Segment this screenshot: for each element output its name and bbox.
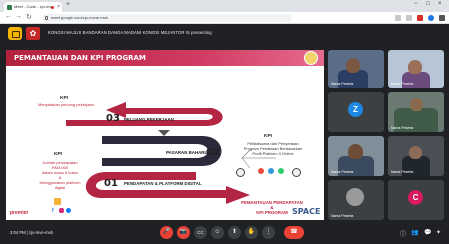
kpi-top-label: KPI [60, 96, 68, 101]
participant-face [410, 98, 423, 111]
presenting-text: KONGSI MAJLIS BANDARAN DANGA MADANI KONG… [48, 30, 212, 35]
captions-button[interactable]: CC [194, 226, 207, 239]
recording-dot-icon [51, 5, 54, 9]
stage-1-label: PENDAPATAN & PLATFORM DIGITAL [124, 181, 202, 186]
participant-name: Nama Peserta [391, 170, 414, 174]
money-icon [54, 198, 61, 205]
facebook-icon: f [52, 208, 54, 214]
participant-tile[interactable]: Nama Peserta [388, 50, 444, 88]
meeting-info-icon[interactable]: ⓘ [400, 229, 406, 238]
participant-face [346, 188, 364, 206]
url-text: meet.google.com/zjo-mvne-mvb [51, 15, 108, 20]
extension-icon[interactable] [395, 15, 401, 21]
kpi-top-text: Menyatakan peluang pekerjaan [38, 102, 94, 107]
mic-muted-icon [436, 183, 441, 188]
browser-menu-icon[interactable] [439, 15, 445, 21]
org-logo-icon: ✿ [26, 27, 40, 40]
kpi-right-label: KPI [264, 134, 272, 139]
close-window-icon[interactable]: × [438, 1, 442, 7]
address-bar[interactable]: meet.google.com/zjo-mvne-mvb [42, 14, 292, 22]
mic-toggle-button[interactable]: 🎤 [160, 226, 173, 239]
meeting-code: zjo-mve-mvb [29, 230, 54, 235]
participant-tile[interactable]: Nama Peserta [388, 136, 444, 176]
browser-tab[interactable]: Meet - Code - zjo-mve × [4, 2, 62, 12]
meet-top-bar: ✿ KONGSI MAJLIS BANDARAN DANGA MADANI KO… [0, 24, 449, 42]
participant-face [408, 60, 422, 74]
camera-toggle-button[interactable]: 📷 [177, 226, 190, 239]
network-node-icon [258, 168, 264, 174]
meet-window: ✿ KONGSI MAJLIS BANDARAN DANGA MADANI KO… [0, 24, 449, 244]
raise-hand-button[interactable]: ✋ [245, 226, 258, 239]
more-options-button[interactable]: ⋮ [262, 226, 275, 239]
stage-3-label: PELUANG PEKERJAAN [124, 117, 174, 122]
meeting-details: 3:04 PM | zjo-mve-mvb [10, 230, 53, 235]
kpi-right-line: Profil Platform 3 Online [252, 151, 294, 156]
participant-face [348, 144, 363, 159]
back-icon[interactable]: ← [5, 13, 12, 20]
kpi-left-line: Jumlah pendapatan RM2,000 [42, 160, 78, 170]
participant-tile[interactable]: C [388, 180, 444, 220]
meet-controls-bar: 3:04 PM | zjo-mve-mvb 🎤 📷 CC ☺ ⬆ ✋ ⋮ ☎ ⓘ… [0, 222, 449, 244]
meet-favicon-icon [7, 5, 12, 10]
extensions-area [395, 15, 445, 21]
seal-icon [236, 168, 245, 177]
stage-2-number: 02 [206, 147, 220, 158]
participant-name: Nama Peserta [331, 170, 354, 174]
kpi-left-text: Jumlah pendapatan RM2,000 dalam masa 6 b… [34, 160, 86, 190]
seal-icon [292, 168, 301, 177]
tab-close-icon[interactable]: × [57, 2, 60, 12]
participant-tile[interactable]: Nama Peserta [388, 92, 444, 132]
participant-tile[interactable]: Nama Peserta [328, 50, 384, 88]
participant-face [409, 146, 422, 159]
stage-1-number: 01 [104, 178, 118, 189]
lock-icon [45, 16, 48, 20]
participant-name: Nama Peserta [391, 126, 414, 130]
browser-toolbar: ← → ↻ meet.google.com/zjo-mvne-mvb [0, 12, 449, 24]
network-node-icon [268, 168, 274, 174]
mic-muted-icon [376, 95, 381, 100]
participant-avatar: C [408, 190, 423, 205]
new-tab-icon[interactable]: + [66, 1, 70, 8]
kpi-right-text: Pelibatsama dan Penyertaan Program Penat… [238, 141, 308, 156]
presented-slide: PEMANTAUAN DAN KPI PROGRAM KPI Menyataka… [6, 50, 324, 220]
network-node-icon [278, 168, 284, 174]
participant-tile[interactable]: Nama Peserta [328, 136, 384, 176]
reload-icon[interactable]: ↻ [26, 13, 32, 21]
participant-name: Nama Peserta [391, 82, 414, 86]
profile-avatar[interactable] [428, 15, 434, 21]
present-status-icon[interactable] [8, 27, 22, 40]
hang-up-button[interactable]: ☎ [284, 226, 304, 239]
extension-icon[interactable] [406, 15, 412, 21]
kpi-left-label: KPI [54, 152, 62, 157]
minimize-icon[interactable]: − [414, 1, 418, 7]
maximize-icon[interactable]: □ [426, 1, 430, 7]
messenger-icon [66, 208, 71, 213]
present-button[interactable]: ⬆ [228, 226, 241, 239]
participant-tile[interactable]: Z [328, 92, 384, 132]
stage-2-label: PASARAN BAHARU [166, 150, 208, 155]
extension-icon[interactable] [417, 15, 423, 21]
participant-face [346, 58, 360, 73]
flow-arrow-down [158, 130, 170, 136]
space-logo: SPACE [292, 207, 321, 216]
premier-logo: premier [10, 210, 29, 216]
participant-name: Nama Peserta [331, 82, 354, 86]
people-icon[interactable]: 👥 [411, 229, 418, 236]
participant-avatar: Z [348, 102, 363, 117]
tab-title: Meet - Code - zjo-mve [14, 4, 54, 9]
instagram-icon [59, 208, 64, 213]
participant-tile[interactable]: Nama Peserta [328, 180, 384, 220]
meeting-time: 3:04 PM [10, 230, 26, 235]
stage-3-number: 03 [106, 113, 120, 124]
participant-name: Nama Peserta [331, 214, 354, 218]
activities-icon[interactable]: ✦ [436, 229, 441, 236]
forward-icon[interactable]: → [15, 13, 22, 20]
browser-tab-strip: Meet - Code - zjo-mve × + − □ × [0, 0, 449, 12]
flow-arrow-graphic [66, 102, 276, 204]
emoji-button[interactable]: ☺ [211, 226, 224, 239]
chat-icon[interactable]: 💬 [424, 229, 431, 236]
meeting-separator: | [26, 230, 28, 235]
kpi-left-line: digital [54, 185, 66, 190]
